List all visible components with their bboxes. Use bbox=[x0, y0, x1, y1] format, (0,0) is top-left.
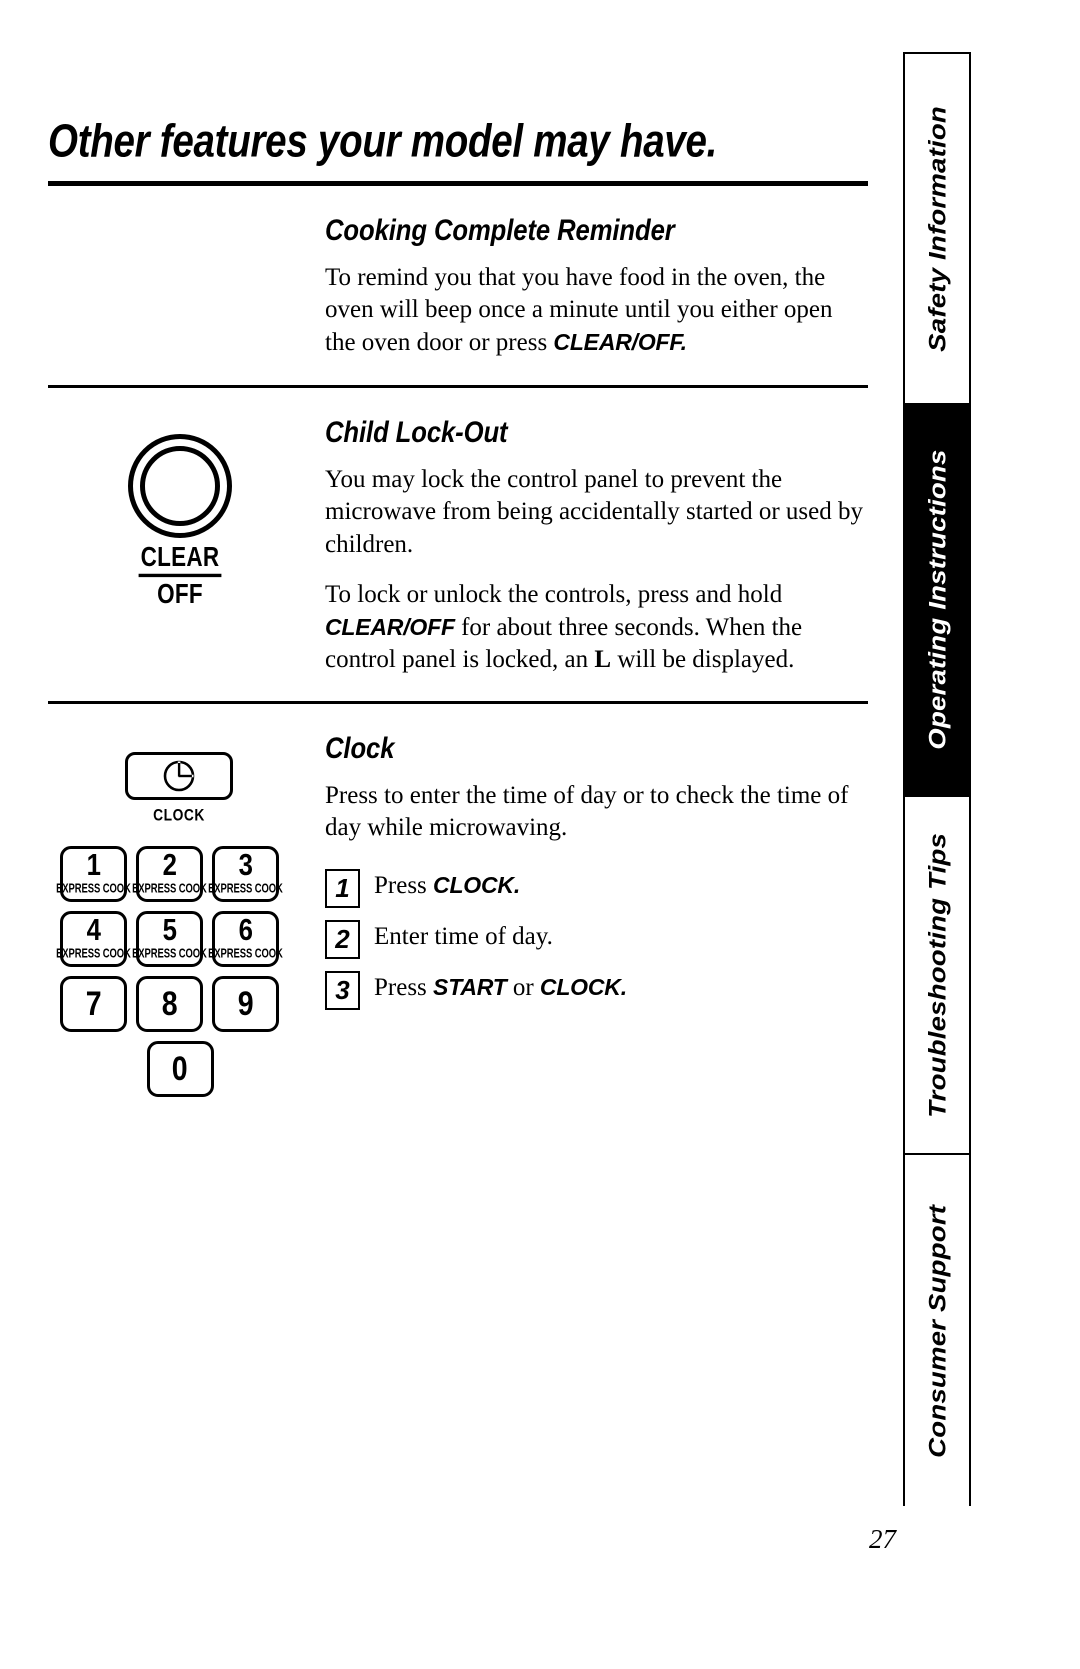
key-digit: 0 bbox=[172, 1049, 188, 1089]
key-sublabel: EXPRESS COOK bbox=[56, 882, 131, 897]
sidebar-item-consumer-support[interactable]: Consumer Support bbox=[905, 1153, 969, 1508]
step-text-part: Enter time of day. bbox=[374, 922, 553, 950]
key-sublabel: EXPRESS COOK bbox=[56, 947, 131, 962]
tab-label-troubleshooting-tips: Troubleshooting Tips bbox=[923, 832, 951, 1118]
paragraph: Press to enter the time of day or to che… bbox=[325, 780, 868, 845]
tab-label-operating-instructions: Operating Instructions bbox=[923, 449, 951, 751]
step-item: 1 Press CLOCK. bbox=[325, 867, 868, 908]
key-9[interactable]: 9 bbox=[212, 975, 279, 1032]
sidebar-item-operating-instructions[interactable]: Operating Instructions bbox=[905, 403, 969, 795]
page-number: 27 bbox=[869, 1524, 896, 1554]
keypad-row: 1 EXPRESS COOK 2 EXPRESS COOK 3 EXPRESS … bbox=[56, 845, 300, 902]
clock-button-art: CLOCK bbox=[104, 751, 254, 825]
manual-page: Safety Information Operating Instruction… bbox=[0, 0, 1080, 1669]
inline-emphasis-clear-off: CLEAR/OFF bbox=[325, 613, 455, 640]
inline-emphasis-l-indicator: L bbox=[594, 646, 612, 674]
key-digit: 2 bbox=[162, 847, 177, 882]
paragraph: To lock or unlock the controls, press an… bbox=[325, 579, 868, 677]
key-0[interactable]: 0 bbox=[146, 1040, 214, 1097]
clock-key-caption: CLOCK bbox=[153, 806, 205, 825]
text-column: Child Lock-Out You may lock the control … bbox=[325, 415, 868, 677]
step-number: 2 bbox=[325, 919, 360, 959]
step-text: Press START or CLOCK. bbox=[360, 969, 627, 1003]
key-digit: 8 bbox=[161, 984, 178, 1024]
page-title: Other features your model may have. bbox=[48, 115, 718, 167]
paragraph: You may lock the control panel to preven… bbox=[325, 464, 868, 562]
key-8[interactable]: 8 bbox=[136, 975, 203, 1032]
key-sublabel: EXPRESS COOK bbox=[208, 882, 283, 897]
section-clock: CLOCK 1 EXPRESS COOK 2 EXPRESS COOK 3 EX… bbox=[48, 731, 868, 1106]
clear-label-text: CLEAR bbox=[138, 542, 222, 578]
key-digit: 1 bbox=[86, 847, 101, 882]
art-column-clear-off: CLEAR OFF bbox=[48, 418, 325, 609]
step-number: 1 bbox=[325, 868, 360, 908]
paragraph: To remind you that you have food in the … bbox=[325, 262, 868, 360]
clock-icon bbox=[163, 760, 195, 792]
inline-emphasis-clock: CLOCK. bbox=[433, 871, 521, 898]
paragraph-text: You may lock the control panel to preven… bbox=[325, 465, 864, 558]
key-1[interactable]: 1 EXPRESS COOK bbox=[56, 845, 131, 902]
key-sublabel: EXPRESS COOK bbox=[208, 947, 283, 962]
clear-off-button-outer-ring bbox=[128, 434, 232, 539]
key-sublabel: EXPRESS COOK bbox=[132, 882, 207, 897]
section-cooking-complete-reminder: Cooking Complete Reminder To remind you … bbox=[48, 213, 868, 360]
keypad-row: 4 EXPRESS COOK 5 EXPRESS COOK 6 EXPRESS … bbox=[56, 910, 300, 967]
key-5[interactable]: 5 EXPRESS COOK bbox=[132, 910, 207, 967]
key-digit: 7 bbox=[85, 984, 102, 1024]
key-4[interactable]: 4 EXPRESS COOK bbox=[56, 910, 131, 967]
step-text-part: or bbox=[506, 973, 540, 1001]
clear-off-button-label: CLEAR OFF bbox=[117, 542, 243, 610]
section-heading-child-lock-out: Child Lock-Out bbox=[325, 415, 508, 449]
inline-emphasis-clear-off: CLEAR/OFF. bbox=[553, 328, 687, 355]
paragraph-text: will be displayed. bbox=[611, 646, 795, 674]
step-item: 3 Press START or CLOCK. bbox=[325, 969, 868, 1010]
tab-label-consumer-support: Consumer Support bbox=[923, 1205, 951, 1458]
key-6[interactable]: 6 EXPRESS COOK bbox=[208, 910, 283, 967]
text-column: Clock Press to enter the time of day or … bbox=[325, 731, 868, 1020]
clear-off-button-art: CLEAR OFF bbox=[110, 434, 250, 609]
sidebar-item-troubleshooting-tips[interactable]: Troubleshooting Tips bbox=[905, 795, 969, 1153]
keypad-row: 7 8 9 bbox=[60, 975, 300, 1032]
section-heading-clock: Clock bbox=[325, 731, 395, 765]
art-column-clock-keypad: CLOCK 1 EXPRESS COOK 2 EXPRESS COOK 3 EX… bbox=[48, 734, 325, 1106]
tab-label-safety-information: Safety Information bbox=[923, 105, 951, 352]
step-text: Press CLOCK. bbox=[360, 867, 520, 901]
keypad-row: 0 bbox=[60, 1040, 300, 1097]
key-3[interactable]: 3 EXPRESS COOK bbox=[208, 845, 283, 902]
key-digit: 5 bbox=[162, 912, 177, 947]
key-2[interactable]: 2 EXPRESS COOK bbox=[132, 845, 207, 902]
step-text-part: Press bbox=[374, 973, 434, 1001]
section-heading-cooking-complete-reminder: Cooking Complete Reminder bbox=[325, 213, 675, 247]
step-text: Enter time of day. bbox=[360, 918, 553, 952]
page-content: Other features your model may have. Cook… bbox=[48, 115, 868, 1106]
key-sublabel: EXPRESS COOK bbox=[132, 947, 207, 962]
section-tab-strip: Safety Information Operating Instruction… bbox=[903, 52, 971, 1508]
off-label-text: OFF bbox=[157, 578, 203, 610]
inline-emphasis-clock: CLOCK. bbox=[539, 973, 627, 1000]
key-digit: 3 bbox=[238, 847, 253, 882]
step-text-part: Press bbox=[374, 871, 434, 899]
key-7[interactable]: 7 bbox=[60, 975, 127, 1032]
text-column: Cooking Complete Reminder To remind you … bbox=[325, 213, 868, 360]
step-list: 1 Press CLOCK. 2 Enter time of day. 3 Pr… bbox=[325, 867, 868, 1010]
clock-key[interactable] bbox=[125, 751, 233, 800]
clear-off-button-inner-ring bbox=[140, 446, 220, 527]
sidebar-item-safety-information[interactable]: Safety Information bbox=[905, 54, 969, 403]
key-digit: 9 bbox=[237, 984, 254, 1024]
key-digit: 4 bbox=[86, 912, 101, 947]
key-digit: 6 bbox=[238, 912, 253, 947]
step-item: 2 Enter time of day. bbox=[325, 918, 868, 959]
paragraph-text: Press to enter the time of day or to che… bbox=[325, 781, 849, 842]
paragraph-text: To lock or unlock the controls, press an… bbox=[325, 581, 783, 609]
section-child-lock-out: CLEAR OFF Child Lock-Out You may lock th… bbox=[48, 415, 868, 677]
step-number: 3 bbox=[325, 970, 360, 1010]
inline-emphasis-start: START bbox=[433, 973, 507, 1000]
number-keypad: 1 EXPRESS COOK 2 EXPRESS COOK 3 EXPRESS … bbox=[56, 845, 300, 1097]
